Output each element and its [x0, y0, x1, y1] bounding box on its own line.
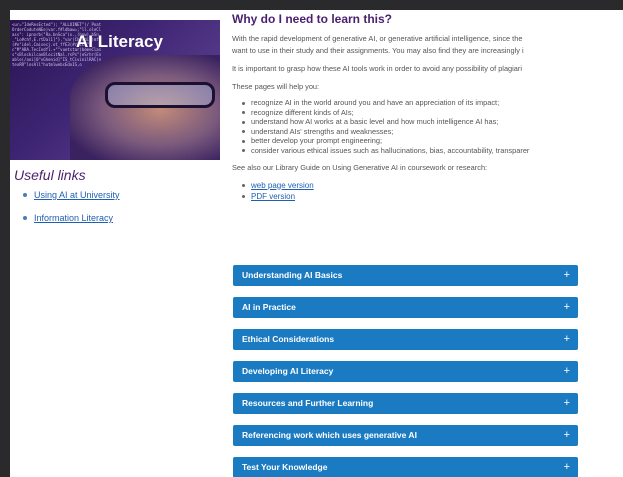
- accordion-label: Developing AI Literacy: [242, 366, 334, 376]
- expand-plus-icon: +: [563, 269, 570, 281]
- page-frame: <ur="IdeResEcted"); "ALLOINET"(/ PoatOrd…: [10, 10, 623, 477]
- accordion-test-your-knowledge[interactable]: Test Your Knowledge +: [233, 457, 578, 477]
- topics-accordion: Understanding AI Basics + AI in Practice…: [233, 265, 578, 477]
- learning-goal-item: consider various ethical issues such as …: [242, 146, 623, 156]
- pages-help-intro: These pages will help you:: [232, 82, 320, 91]
- library-guide-link-item: web page version: [242, 180, 623, 191]
- useful-links-heading: Useful links: [14, 167, 86, 183]
- learning-goals-list: recognize AI in the world around you and…: [242, 98, 623, 156]
- expand-plus-icon: +: [563, 397, 570, 409]
- accordion-ai-in-practice[interactable]: AI in Practice +: [233, 297, 578, 318]
- information-literacy-link[interactable]: Information Literacy: [34, 213, 113, 223]
- accordion-ethical-considerations[interactable]: Ethical Considerations +: [233, 329, 578, 350]
- accordion-label: Understanding AI Basics: [242, 270, 343, 280]
- useful-link-item: Using AI at University: [22, 190, 120, 200]
- accordion-understanding-ai-basics[interactable]: Understanding AI Basics +: [233, 265, 578, 286]
- accordion-resources-and-further-learning[interactable]: Resources and Further Learning +: [233, 393, 578, 414]
- expand-plus-icon: +: [563, 429, 570, 441]
- plagiarism-paragraph: It is important to grasp how these AI to…: [232, 64, 523, 73]
- accordion-label: Test Your Knowledge: [242, 462, 328, 472]
- learning-goal-item: recognize AI in the world around you and…: [242, 98, 623, 108]
- useful-links-list: Using AI at University Information Liter…: [22, 190, 120, 236]
- page-heading: Why do I need to learn this?: [232, 12, 393, 26]
- library-guide-links: web page version PDF version: [242, 180, 623, 202]
- main-content: Why do I need to learn this? With the ra…: [232, 12, 623, 202]
- accordion-label: Ethical Considerations: [242, 334, 335, 344]
- learning-goal-item: understand AIs' strengths and weaknesses…: [242, 127, 623, 137]
- pdf-version-link[interactable]: PDF version: [251, 192, 295, 201]
- web-page-version-link[interactable]: web page version: [251, 181, 314, 190]
- learning-goal-item: recognize different kinds of AIs;: [242, 108, 623, 118]
- useful-link-item: Information Literacy: [22, 213, 120, 223]
- accordion-label: Referencing work which uses generative A…: [242, 430, 417, 440]
- expand-plus-icon: +: [563, 461, 570, 473]
- accordion-referencing-generative-ai[interactable]: Referencing work which uses generative A…: [233, 425, 578, 446]
- expand-plus-icon: +: [563, 301, 570, 313]
- learning-goal-item: understand how AI works at a basic level…: [242, 117, 623, 127]
- using-ai-at-university-link[interactable]: Using AI at University: [34, 190, 120, 200]
- banner-title: AI Literacy: [76, 32, 163, 51]
- library-guide-link-item: PDF version: [242, 191, 623, 202]
- intro-paragraph-line-1: With the rapid development of generative…: [232, 34, 523, 43]
- ai-literacy-banner-image: <ur="IdeResEcted"); "ALLOINET"(/ PoatOrd…: [10, 20, 220, 160]
- accordion-label: AI in Practice: [242, 302, 296, 312]
- intro-paragraph-line-2: want to use in their study and their ass…: [232, 46, 524, 55]
- accordion-developing-ai-literacy[interactable]: Developing AI Literacy +: [233, 361, 578, 382]
- accordion-label: Resources and Further Learning: [242, 398, 374, 408]
- expand-plus-icon: +: [563, 333, 570, 345]
- learning-goal-item: better develop your prompt engineering;: [242, 136, 623, 146]
- banner-glasses-graphic: [105, 82, 215, 108]
- expand-plus-icon: +: [563, 365, 570, 377]
- see-also-text: See also our Library Guide on Using Gene…: [232, 162, 488, 172]
